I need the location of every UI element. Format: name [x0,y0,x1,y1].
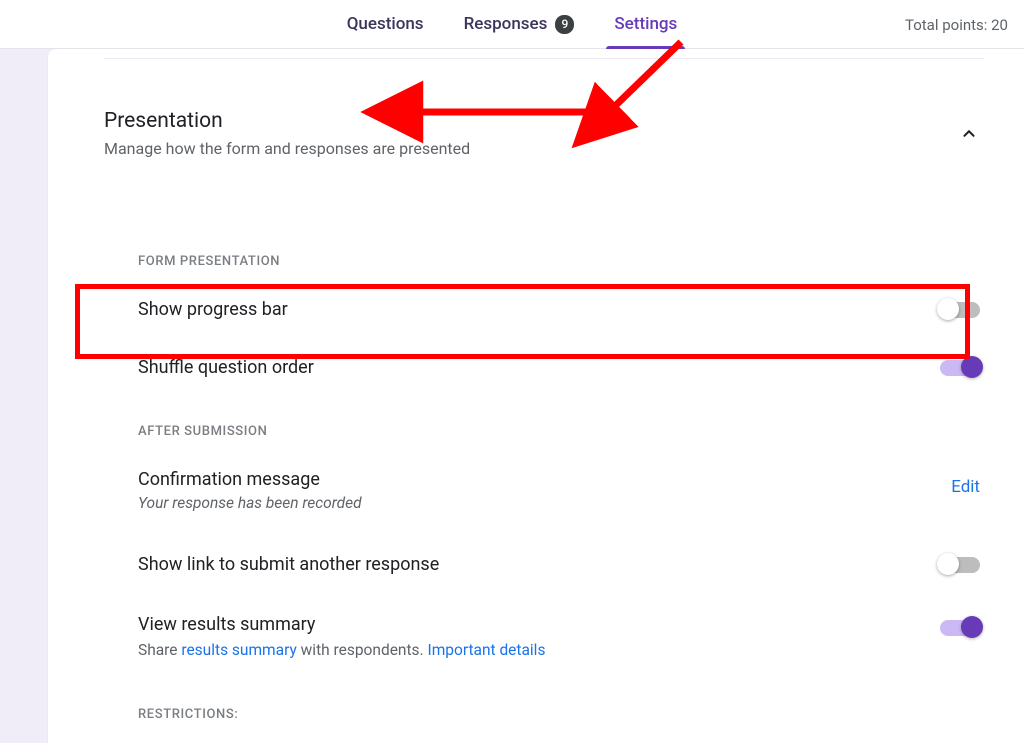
link-important-details[interactable]: Important details [427,641,545,659]
edit-confirmation-button[interactable]: Edit [951,477,980,497]
setting-sublabel: Share results summary with respondents. … [138,641,545,659]
tab-label: Settings [614,14,677,34]
tab-label: Responses [464,14,548,34]
row-view-results-summary: View results summary Share results summa… [138,614,984,659]
section-presentation-header: Presentation Manage how the form and res… [104,109,984,158]
collapse-toggle[interactable] [958,123,980,149]
total-points: Total points: 20 [905,0,1008,49]
subheading-form-presentation: FORM PRESENTATION [138,254,280,269]
row-show-progress-bar: Show progress bar [138,299,984,320]
row-shuffle-question-order: Shuffle question order [138,357,984,378]
setting-label: Show link to submit another response [138,554,439,575]
subheading-restrictions: RESTRICTIONS: [138,707,238,722]
toggle-show-link-another-response[interactable] [940,557,980,573]
setting-sublabel: Your response has been recorded [138,494,362,512]
tab-settings[interactable]: Settings [614,0,677,48]
toggle-shuffle-question-order[interactable] [940,360,980,376]
link-results-summary[interactable]: results summary [181,641,296,659]
tab-label: Questions [347,14,424,34]
setting-label: Confirmation message [138,469,362,490]
tab-bar: Questions Responses 9 Settings Total poi… [0,0,1024,49]
subheading-after-submission: AFTER SUBMISSION [138,424,267,439]
row-confirmation-message: Confirmation message Your response has b… [138,469,984,512]
text-fragment: with respondents. [297,641,428,659]
settings-card: Presentation Manage how the form and res… [48,49,1024,743]
section-title: Presentation [104,109,984,133]
responses-badge: 9 [555,15,574,34]
section-subtitle: Manage how the form and responses are pr… [104,139,984,158]
tab-questions[interactable]: Questions [347,0,424,48]
chevron-up-icon [958,123,980,145]
setting-label: Shuffle question order [138,357,314,378]
setting-label: View results summary [138,614,545,635]
row-show-link-another-response: Show link to submit another response [138,554,984,575]
tab-responses[interactable]: Responses 9 [464,0,575,48]
text-fragment: Share [138,641,181,659]
setting-label: Show progress bar [138,299,288,320]
toggle-view-results-summary[interactable] [940,620,980,636]
toggle-show-progress-bar[interactable] [940,302,980,318]
